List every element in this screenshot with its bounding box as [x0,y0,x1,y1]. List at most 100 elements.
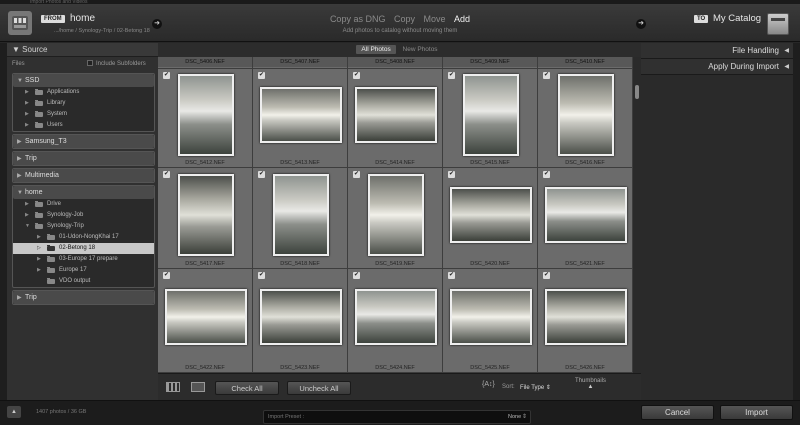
photo-filename: DSC_5415.NEF [470,160,510,166]
folder-item[interactable]: ▶ Drive [13,199,154,210]
mode-add[interactable]: Add [454,14,470,24]
destination-panel: File Handling ◀ Apply During Import ◀ [641,43,793,400]
from-source-name[interactable]: home [70,13,95,24]
folder-item[interactable]: ▶ 03-Europe 17 prepare [13,254,154,265]
photo-thumbnail[interactable] [545,187,627,243]
grid-view-icon[interactable] [166,382,180,392]
photo-thumbnail-cell[interactable]: ✔ DSC_5419.NEF [348,168,443,269]
photo-thumbnail[interactable] [368,174,424,256]
photo-thumbnail[interactable] [355,289,437,345]
sort-order-icon[interactable]: {A↕} [482,381,495,388]
filter-new-photos[interactable]: New Photos [398,45,443,54]
folder-item[interactable]: ▼ Synology-Trip [13,221,154,232]
photo-thumbnail-cell[interactable]: ✔ DSC_5422.NEF [158,269,253,373]
import-source-icon[interactable] [8,11,32,35]
photo-thumbnail[interactable] [545,289,627,345]
file-handling-section[interactable]: File Handling ◀ [641,43,793,59]
checkbox-checked-icon[interactable]: ✔ [163,272,170,279]
photo-thumbnail-cell[interactable]: ✔ DSC_5418.NEF [253,168,348,269]
mode-copy[interactable]: Copy [394,14,415,24]
photo-thumbnail-cell[interactable]: DSC_5409.NEF [443,57,538,69]
folder-item[interactable]: ▶ 01-Udon-NongKhai 17 [13,232,154,243]
folder-item[interactable]: ▶ Europe 17 [13,265,154,276]
checkbox-checked-icon[interactable]: ✔ [448,272,455,279]
checkbox-checked-icon[interactable]: ✔ [448,72,455,79]
photo-thumbnail-cell[interactable]: ✔ DSC_5416.NEF [538,69,633,168]
photo-thumbnail-cell[interactable]: DSC_5406.NEF [158,57,253,69]
uncheck-all-button[interactable]: Uncheck All [287,381,351,395]
checkbox-checked-icon[interactable]: ✔ [543,72,550,79]
mode-move[interactable]: Move [424,14,446,24]
check-all-button[interactable]: Check All [215,381,279,395]
volume-header[interactable]: ▶ Trip [13,291,154,304]
checkbox-checked-icon[interactable]: ✔ [163,171,170,178]
grid-scrollbar[interactable] [633,57,641,373]
photo-thumbnail[interactable] [260,87,342,143]
volume-header[interactable]: ▶ Samsung_T3 [13,135,154,148]
cancel-button[interactable]: Cancel [641,405,714,420]
folder-name: System [47,111,68,117]
loupe-view-icon[interactable] [191,382,205,392]
filter-all-photos[interactable]: All Photos [356,45,396,54]
photo-thumbnail-cell[interactable]: DSC_5410.NEF [538,57,633,69]
folder-item[interactable]: VDO output [13,276,154,287]
source-header[interactable]: ▼ Source [7,43,158,57]
checkbox-checked-icon[interactable]: ✔ [543,171,550,178]
checkbox-checked-icon[interactable]: ✔ [543,272,550,279]
import-button[interactable]: Import [720,405,793,420]
hard-disk-icon[interactable] [767,13,789,35]
photo-thumbnail[interactable] [463,74,519,156]
photo-thumbnail[interactable] [355,87,437,143]
photo-thumbnail-cell[interactable]: ✔ DSC_5417.NEF [158,168,253,269]
photo-thumbnail[interactable] [260,289,342,345]
photo-thumbnail-cell[interactable]: ✔ DSC_5414.NEF [348,69,443,168]
folder-item[interactable]: ▶ Users [13,120,154,131]
photo-thumbnail-cell[interactable]: ✔ DSC_5415.NEF [443,69,538,168]
photo-thumbnail-cell[interactable]: ✔ DSC_5423.NEF [253,269,348,373]
photo-thumbnail[interactable] [450,187,532,243]
photo-thumbnail-cell[interactable]: ✔ DSC_5425.NEF [443,269,538,373]
to-destination-name[interactable]: My Catalog [713,13,761,24]
photo-thumbnail-cell[interactable]: ✔ DSC_5420.NEF [443,168,538,269]
scrollbar-thumb[interactable] [635,85,639,99]
thumbnail-size-slider[interactable]: ▲ [575,384,606,390]
photo-thumbnail-cell[interactable]: ✔ DSC_5421.NEF [538,168,633,269]
expand-up-icon[interactable]: ▲ [7,406,21,418]
volume-header[interactable]: ▼ SSD [13,74,154,87]
folder-item[interactable]: ▶ System [13,109,154,120]
include-subfolders-checkbox[interactable]: Include Subfolders [87,57,146,71]
photo-thumbnail[interactable] [450,289,532,345]
photo-thumbnail-cell[interactable]: DSC_5407.NEF [253,57,348,69]
checkbox-checked-icon[interactable]: ✔ [448,171,455,178]
folder-item[interactable]: ▶ Applications [13,87,154,98]
apply-during-import-section[interactable]: Apply During Import ◀ [641,59,793,75]
folder-item[interactable]: ▶ Library [13,98,154,109]
photo-thumbnail-cell[interactable]: ✔ DSC_5426.NEF [538,269,633,373]
checkbox-checked-icon[interactable]: ✔ [258,171,265,178]
volume-header[interactable]: ▼ home [13,186,154,199]
volume-header[interactable]: ▶ Trip [13,152,154,165]
checkbox-checked-icon[interactable]: ✔ [163,72,170,79]
photo-thumbnail-cell[interactable]: DSC_5408.NEF [348,57,443,69]
photo-thumbnail[interactable] [165,289,247,345]
checkbox-checked-icon[interactable]: ✔ [258,272,265,279]
photo-thumbnail[interactable] [178,74,234,156]
volume-header[interactable]: ▶ Multimedia [13,169,154,182]
photo-thumbnail-cell[interactable]: ✔ DSC_5413.NEF [253,69,348,168]
import-preset-select[interactable]: Import Preset : None ⇕ [263,410,531,424]
mode-copy-as-dng[interactable]: Copy as DNG [330,14,386,24]
folder-item-selected[interactable]: ▷ 02-Betong 18 [13,243,154,254]
sort-select[interactable]: File Type ⇕ [520,384,551,391]
checkbox-checked-icon[interactable]: ✔ [353,72,360,79]
photo-thumbnail-cell[interactable]: ✔ DSC_5424.NEF [348,269,443,373]
checkbox-checked-icon[interactable]: ✔ [258,72,265,79]
checkbox-checked-icon[interactable]: ✔ [353,171,360,178]
photo-thumbnail-cell[interactable]: ✔ DSC_5412.NEF [158,69,253,168]
photo-thumbnail[interactable] [273,174,329,256]
checkbox-checked-icon[interactable]: ✔ [353,272,360,279]
photo-thumbnail[interactable] [558,74,614,156]
folder-item[interactable]: ▶ Synology-Job [13,210,154,221]
photo-thumbnail[interactable] [178,174,234,256]
arrow-right-icon: ➜ [152,19,162,29]
include-subfolders-label: Include Subfolders [96,61,146,67]
